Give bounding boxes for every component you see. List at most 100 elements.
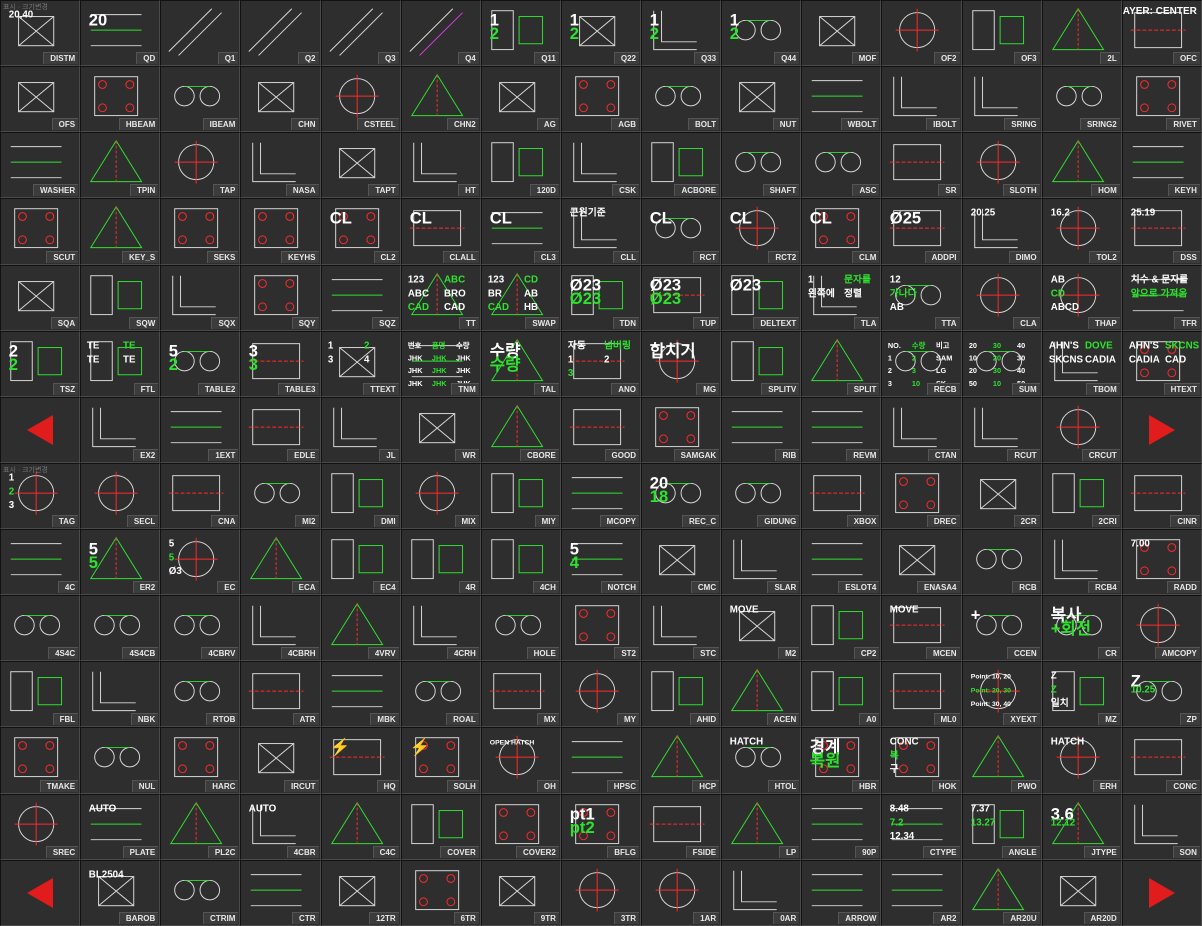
command-ctr[interactable]: CTR	[240, 859, 321, 926]
command-4c[interactable]: 4C	[0, 529, 81, 596]
command-sloth[interactable]: SLOTH	[961, 132, 1042, 199]
command-12tr[interactable]: 12TR	[320, 859, 401, 926]
command-sqw[interactable]: SQW	[80, 264, 161, 331]
command-2l[interactable]: 2L	[1041, 0, 1122, 67]
command-4r[interactable]: 4R	[400, 529, 481, 596]
command-mi2[interactable]: MI2	[240, 462, 321, 529]
command-4ch[interactable]: 4CH	[480, 529, 561, 596]
command-notch[interactable]: 5 4 NOTCH	[560, 529, 641, 596]
command-ofc[interactable]: OFC 현재LAYER: CENTER	[1121, 0, 1202, 67]
command-tdn[interactable]: Ø23 Ø23 TDN	[560, 264, 641, 331]
command-hq[interactable]: ⚡ HQ	[320, 727, 401, 794]
command-rcb[interactable]: RCB	[961, 529, 1042, 596]
command-revm[interactable]: REVM	[801, 396, 882, 463]
command-rct2[interactable]: CL RCT2	[721, 198, 802, 265]
command-distm[interactable]: 20,40 DISTM 표시 · 크기변경	[0, 0, 81, 67]
page-prev-button[interactable]	[0, 859, 81, 926]
command-tfr[interactable]: 치수 & 문자를 앞으로 가져옴 TFR	[1121, 264, 1202, 331]
command-hbr[interactable]: 경계 복원 HBR	[801, 727, 882, 794]
command-table2[interactable]: 5 2 TABLE2	[160, 330, 241, 397]
command-split[interactable]: SPLIT	[801, 330, 882, 397]
command-cmc[interactable]: CMC	[641, 529, 722, 596]
command-mz[interactable]: Z Z 일치 MZ	[1041, 661, 1122, 728]
command-q2[interactable]: Q2	[240, 0, 321, 67]
command-rib[interactable]: RIB	[721, 396, 802, 463]
command-ftl[interactable]: TE TE TE TE FTL	[80, 330, 161, 397]
command-of3[interactable]: OF3	[961, 0, 1042, 67]
command-atr[interactable]: ATR	[240, 661, 321, 728]
command-harc[interactable]: HARC	[160, 727, 241, 794]
command-ibeam[interactable]: IBEAM	[160, 66, 241, 133]
command-4cbr[interactable]: AUTO 4CBR	[240, 793, 321, 860]
command-ar2[interactable]: AR2	[881, 859, 962, 926]
command-hcp[interactable]: HCP	[641, 727, 722, 794]
command-mix[interactable]: MIX	[400, 462, 481, 529]
command-eslot4[interactable]: ESLOT4	[801, 529, 882, 596]
command-ag[interactable]: AG	[480, 66, 561, 133]
command-q4[interactable]: Q4	[400, 0, 481, 67]
command-4cbrv[interactable]: 4CBRV	[160, 595, 241, 662]
command-120d[interactable]: 120D	[480, 132, 561, 199]
command-ctrim[interactable]: CTRIM	[160, 859, 241, 926]
command-ml0[interactable]: ML0	[881, 661, 962, 728]
command-ctype[interactable]: 8.48 7.2 12.34 CTYPE	[881, 793, 962, 860]
command-mcopy[interactable]: MCOPY	[560, 462, 641, 529]
command-solh[interactable]: ⚡ SOLH	[400, 727, 481, 794]
command-dmi[interactable]: DMI	[320, 462, 401, 529]
command-splitv[interactable]: SPLITV	[721, 330, 802, 397]
command-thap[interactable]: AB CD ABCD THAP	[1041, 264, 1122, 331]
command-tnm[interactable]: 번호품명수량JHKJHKJHKJHKJHKJHKJHKJHKJHKTNM	[400, 330, 481, 397]
command-enasa4[interactable]: ENASA4	[881, 529, 962, 596]
command-tap[interactable]: TAP	[160, 132, 241, 199]
command-dimo[interactable]: 20.25 DIMO	[961, 198, 1042, 265]
command-erh[interactable]: HATCH ERH	[1041, 727, 1122, 794]
command-son[interactable]: SON	[1121, 793, 1202, 860]
command-q11[interactable]: 1 2 Q11	[480, 0, 561, 67]
command-srec[interactable]: SREC	[0, 793, 81, 860]
command-sum[interactable]: 203040102030203040501050SUM	[961, 330, 1042, 397]
command-crcut[interactable]: CRCUT	[1041, 396, 1122, 463]
command-wbolt[interactable]: WBOLT	[801, 66, 882, 133]
command-q1[interactable]: Q1	[160, 0, 241, 67]
command-sqx[interactable]: SQX	[160, 264, 241, 331]
command-htol[interactable]: HATCH HTOL	[721, 727, 802, 794]
command-tag[interactable]: 1 2 3 TAG 표시 · 크기변경	[0, 462, 81, 529]
command-hpsc[interactable]: HPSC	[560, 727, 641, 794]
command-mof[interactable]: MOF	[801, 0, 882, 67]
command-cla[interactable]: CLA	[961, 264, 1042, 331]
command-ano[interactable]: 자동 넘버링 1 2 3 ANO	[560, 330, 641, 397]
command-qd[interactable]: 20 QD	[80, 0, 161, 67]
command-tla[interactable]: 1 문자를 왼쪽에 정렬 TLA	[801, 264, 882, 331]
command-wr[interactable]: WR	[400, 396, 481, 463]
command-tta[interactable]: 12 가나다 AB TTA	[881, 264, 962, 331]
command-c4c[interactable]: C4C	[320, 793, 401, 860]
command-ahid[interactable]: AHID	[641, 661, 722, 728]
command-conc[interactable]: CONC	[1121, 727, 1202, 794]
command-clm[interactable]: CL CLM	[801, 198, 882, 265]
command-cbore[interactable]: CBORE	[480, 396, 561, 463]
command-zp[interactable]: Z 10.25 ZP	[1121, 661, 1202, 728]
page-next-button[interactable]	[1121, 396, 1202, 463]
command-hom[interactable]: HOM	[1041, 132, 1122, 199]
command-sqa[interactable]: SQA	[0, 264, 81, 331]
command-tmake[interactable]: TMAKE	[0, 727, 81, 794]
command-nut[interactable]: NUT	[721, 66, 802, 133]
command-rcut[interactable]: RCUT	[961, 396, 1042, 463]
command-good[interactable]: GOOD	[560, 396, 641, 463]
command-cl3[interactable]: CL CL3	[480, 198, 561, 265]
command-3tr[interactable]: 3TR	[560, 859, 641, 926]
command-2cri[interactable]: 2CRI	[1041, 462, 1122, 529]
command-csk[interactable]: CSK	[560, 132, 641, 199]
command-tsz[interactable]: 2 2 TSZ	[0, 330, 81, 397]
command-arrow[interactable]: ARROW	[801, 859, 882, 926]
command-hbeam[interactable]: HBEAM	[80, 66, 161, 133]
command-lp[interactable]: LP	[721, 793, 802, 860]
command-ht[interactable]: HT	[400, 132, 481, 199]
command-ar20u[interactable]: AR20U	[961, 859, 1042, 926]
command-clall[interactable]: CL CLALL	[400, 198, 481, 265]
command-edle[interactable]: EDLE	[240, 396, 321, 463]
command-ccen[interactable]: + CCEN	[961, 595, 1042, 662]
command-jl[interactable]: JL	[320, 396, 401, 463]
command-cr[interactable]: 복사 +회전 CR	[1041, 595, 1122, 662]
command-4s4c[interactable]: 4S4C	[0, 595, 81, 662]
